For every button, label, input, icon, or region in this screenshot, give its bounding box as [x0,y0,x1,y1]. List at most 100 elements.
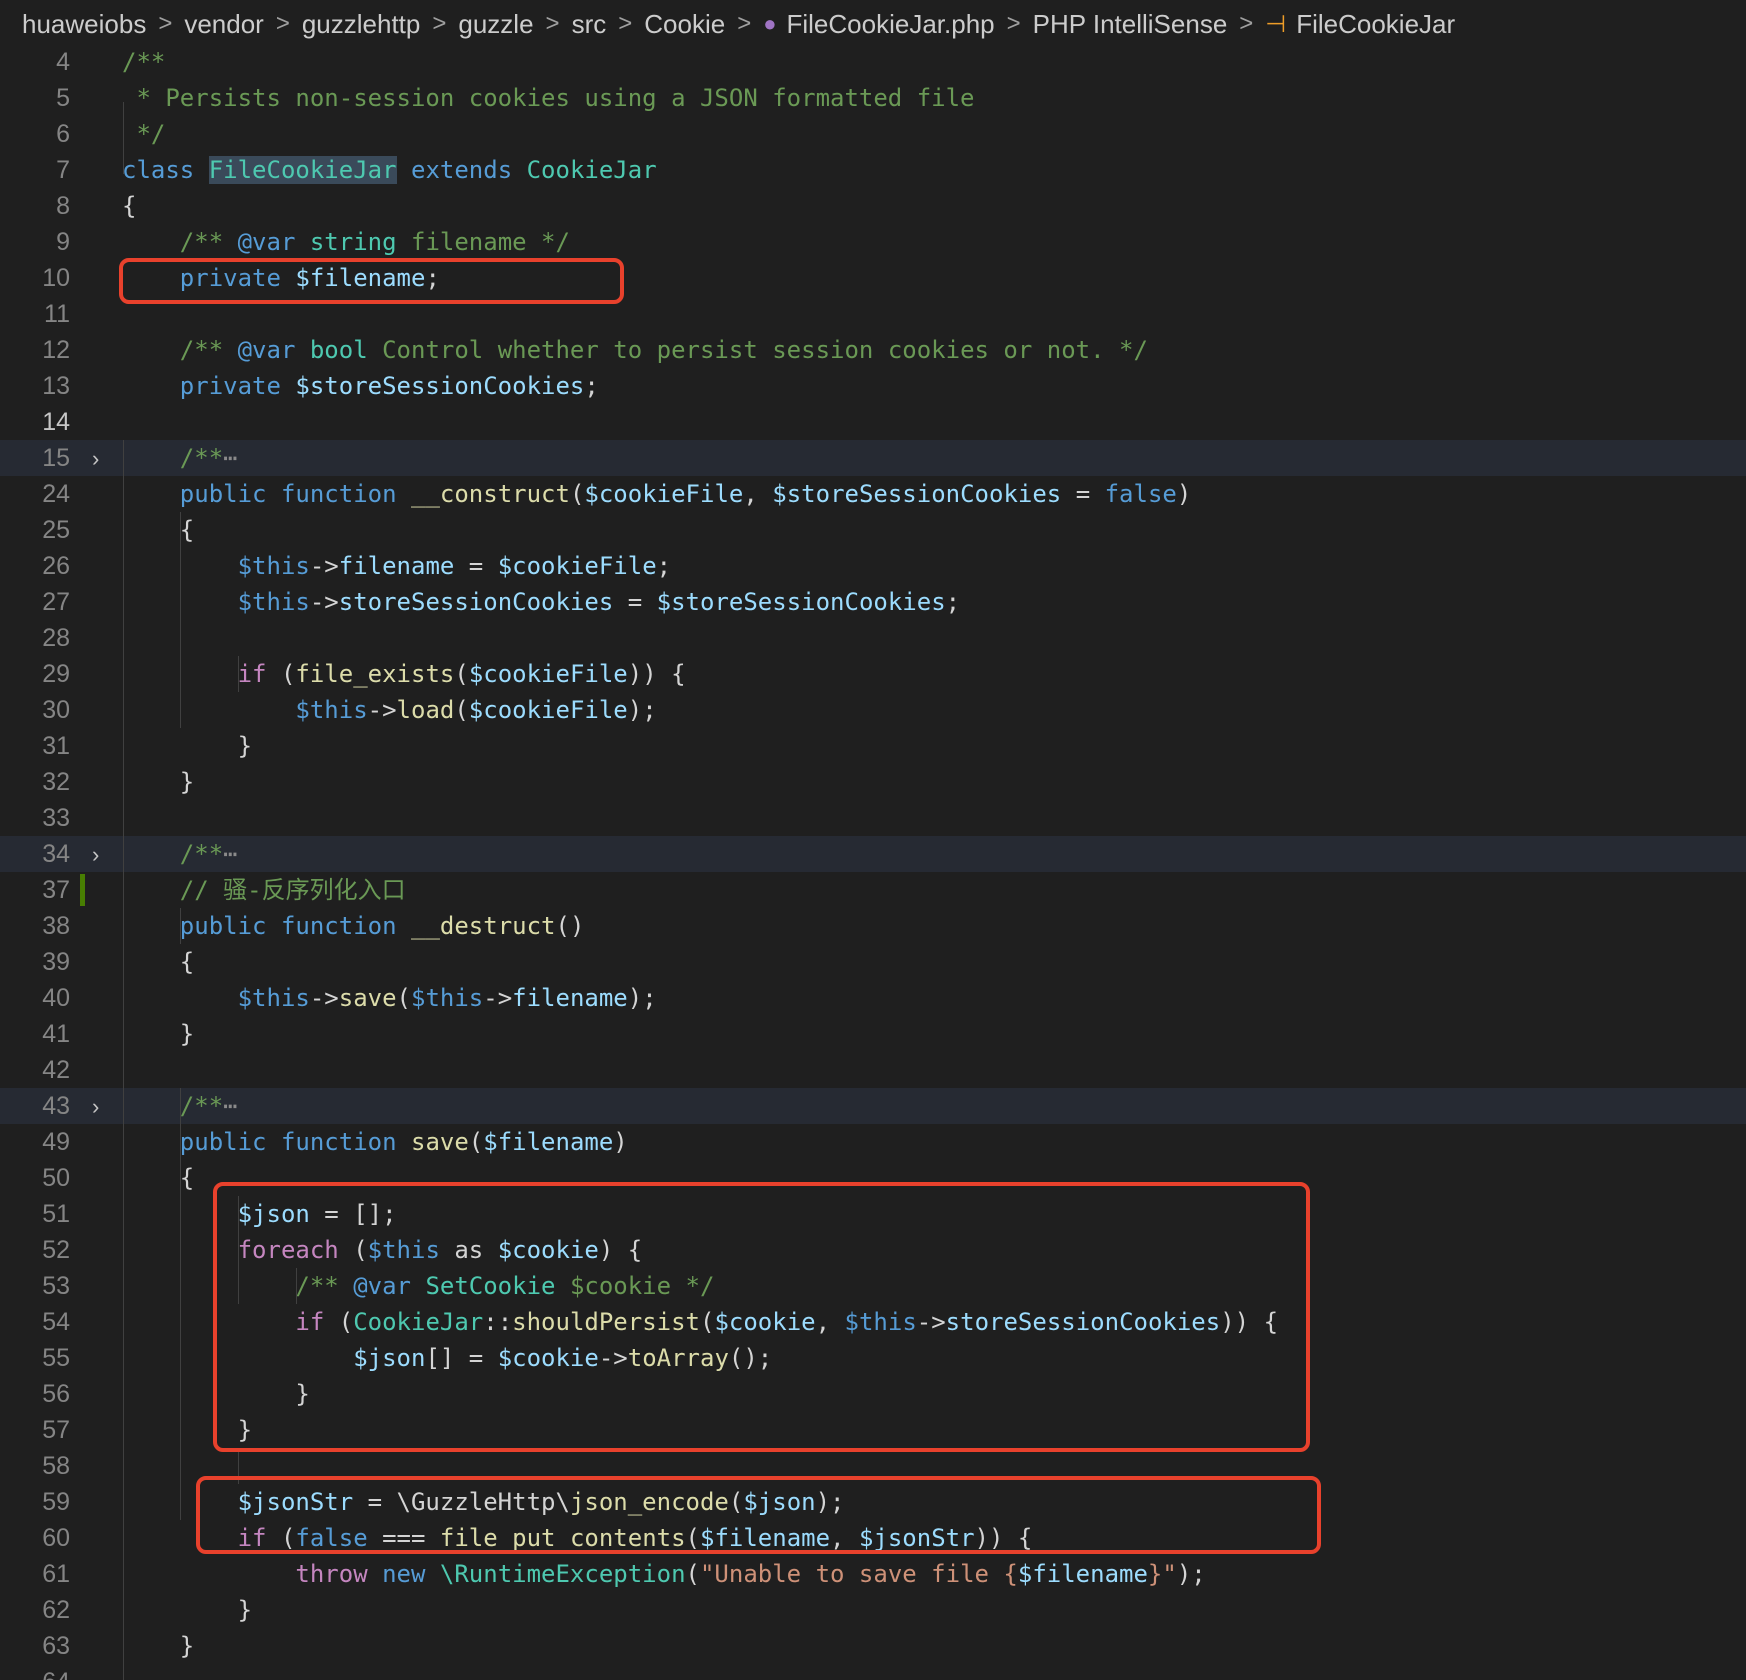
line-number: 57 [42,1416,70,1444]
code-line-34[interactable]: 34 › /**⋯ [0,836,1746,872]
code-line-11[interactable]: 11 [0,296,1746,332]
code-line-42[interactable]: 42 [0,1052,1746,1088]
code-line-29[interactable]: 29 if (file_exists($cookieFile)) { [0,656,1746,692]
code-token: ( [700,1308,715,1336]
line-number: 4 [56,48,70,76]
code-line-4[interactable]: 4 /** [0,44,1746,80]
code-line-8[interactable]: 8{ [0,188,1746,224]
code-token: } [122,1380,310,1408]
code-line-61[interactable]: 61 throw new \RuntimeException("Unable t… [0,1556,1746,1592]
code-token: = [1061,480,1105,508]
folded-ellipsis-icon[interactable]: ⋯ [223,444,237,472]
code-line-49[interactable]: 49 public function save($filename) [0,1124,1746,1160]
code-line-60[interactable]: 60 if (false === file_put_contents($file… [0,1520,1746,1556]
code-token: { [122,192,137,220]
code-line-24[interactable]: 24 public function __construct($cookieFi… [0,476,1746,512]
fold-chevron-icon[interactable]: › [92,1094,99,1120]
breadcrumb-item-vendor[interactable]: vendor [184,9,264,40]
code-token: $jsonStr [858,1524,975,1552]
code-line-53[interactable]: 53 /** @var SetCookie $cookie */ [0,1268,1746,1304]
code-line-59[interactable]: 59 $jsonStr = \GuzzleHttp\json_encode($j… [0,1484,1746,1520]
indent-guide [238,656,239,692]
code-line-13[interactable]: 13 private $storeSessionCookies; [0,368,1746,404]
code-token: ); [627,696,657,724]
code-token: file_exists [295,660,455,688]
breadcrumb-item-huaweiobs[interactable]: huaweiobs [22,9,146,40]
line-number: 29 [42,660,70,688]
code-line-32[interactable]: 32 } [0,764,1746,800]
code-line-37[interactable]: 37 // 骚-反序列化入口 [0,872,1746,908]
code-line-57[interactable]: 57 } [0,1412,1746,1448]
code-line-63[interactable]: 63 } [0,1628,1746,1664]
code-text: } [122,1596,252,1624]
code-token: CookieJar [526,156,657,184]
code-token: [] = [425,1344,498,1372]
breadcrumb-item-file[interactable]: ● FileCookieJar.php [763,9,994,40]
breadcrumb-item-cookie[interactable]: Cookie [644,9,725,40]
code-line-15[interactable]: 15 › /**⋯ [0,440,1746,476]
breadcrumb-item-intellisense[interactable]: PHP IntelliSense [1033,9,1228,40]
code-line-38[interactable]: 38 public function __destruct() [0,908,1746,944]
code-line-33[interactable]: 33 [0,800,1746,836]
code-editor[interactable]: 4 /** 5 * Persists non-session cookies usi… [0,44,1746,1680]
code-line-56[interactable]: 56 } [0,1376,1746,1412]
code-line-54[interactable]: 54 if (CookieJar::shouldPersist($cookie,… [0,1304,1746,1340]
code-token: = [454,552,498,580]
breadcrumb-item-guzzle[interactable]: guzzle [458,9,533,40]
fold-chevron-icon[interactable]: › [92,446,99,472]
folded-ellipsis-icon[interactable]: ⋯ [223,1092,237,1120]
line-number: 15 [42,444,70,472]
code-line-58[interactable]: 58 [0,1448,1746,1484]
code-line-6[interactable]: 6 */ [0,116,1746,152]
code-line-5[interactable]: 5 * Persists non-session cookies using a… [0,80,1746,116]
code-token: $json [353,1344,426,1372]
code-line-62[interactable]: 62 } [0,1592,1746,1628]
code-line-26[interactable]: 26 $this->filename = $cookieFile; [0,548,1746,584]
code-text: { [122,1164,194,1192]
code-line-55[interactable]: 55 $json[] = $cookie->toArray(); [0,1340,1746,1376]
code-token: ( [454,696,469,724]
indent-guide [180,512,181,728]
code-line-64[interactable]: 64 [0,1664,1746,1680]
code-line-9[interactable]: 9 /** @var string filename */ [0,224,1746,260]
code-token: $filename [483,1128,614,1156]
code-line-51[interactable]: 51 $json = []; [0,1196,1746,1232]
fold-chevron-icon[interactable]: › [92,842,99,868]
code-line-7[interactable]: 7 class FileCookieJar extends CookieJar [0,152,1746,188]
code-token: } [122,732,253,760]
code-line-14[interactable]: 14 [0,404,1746,440]
breadcrumb-item-guzzlehttp[interactable]: guzzlehttp [302,9,421,40]
line-number: 9 [56,228,70,256]
code-line-39[interactable]: 39 { [0,944,1746,980]
code-line-30[interactable]: 30 $this->load($cookieFile); [0,692,1746,728]
breadcrumb-item-class[interactable]: ⊣ FileCookieJar [1265,9,1455,40]
code-line-41[interactable]: 41 } [0,1016,1746,1052]
code-token: /** [179,1092,224,1120]
code-line-40[interactable]: 40 $this->save($this->filename); [0,980,1746,1016]
code-line-28[interactable]: 28 [0,620,1746,656]
code-line-12[interactable]: 12 /** @var bool Control whether to pers… [0,332,1746,368]
code-line-52[interactable]: 52 foreach ($this as $cookie) { [0,1232,1746,1268]
code-line-10[interactable]: 10 private $filename; [0,260,1746,296]
code-line-27[interactable]: 27 $this->storeSessionCookies = $storeSe… [0,584,1746,620]
code-line-31[interactable]: 31 } [0,728,1746,764]
code-line-25[interactable]: 25 { [0,512,1746,548]
code-token: -> [598,1344,628,1372]
code-token: FileCookieJar [208,156,397,184]
code-token: $filename [295,264,426,292]
code-token: -> [367,696,397,724]
git-modified-indicator[interactable] [80,874,85,906]
code-token: (); [728,1344,773,1372]
breadcrumb-item-src[interactable]: src [572,9,607,40]
folded-ellipsis-icon[interactable]: ⋯ [223,840,237,868]
code-token: $storeSessionCookies [656,588,946,616]
code-line-50[interactable]: 50 { [0,1160,1746,1196]
php-file-icon: ● [763,11,777,36]
code-line-43[interactable]: 43 › /**⋯ [0,1088,1746,1124]
line-number: 55 [42,1344,70,1372]
code-token: ; [656,552,672,580]
